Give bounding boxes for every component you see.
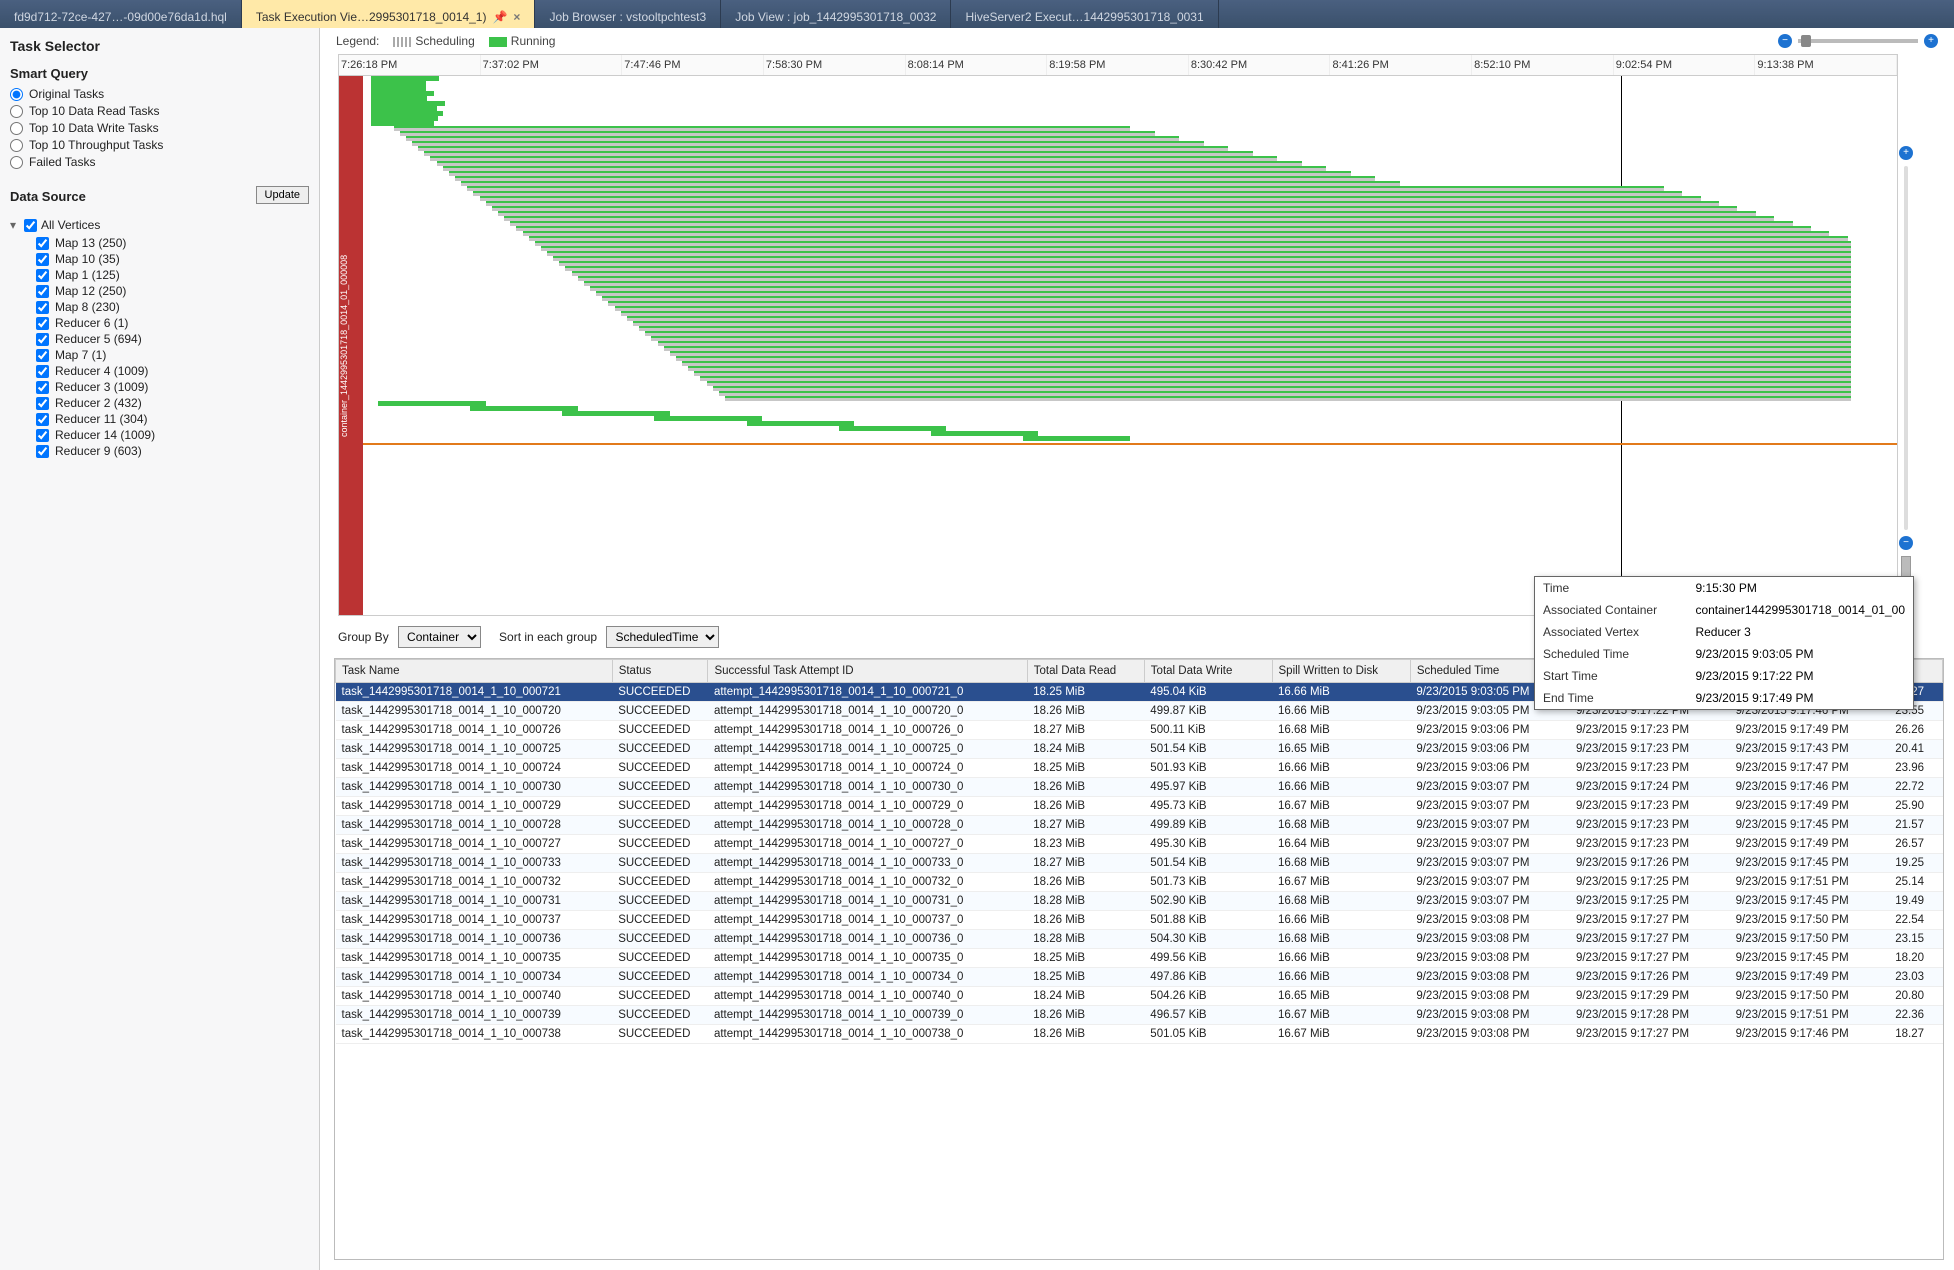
vertex-label: Reducer 2 (432) bbox=[55, 396, 142, 410]
column-header[interactable]: Spill Written to Disk bbox=[1272, 660, 1410, 683]
vertex-label: Reducer 9 (603) bbox=[55, 444, 142, 458]
tree-disclosure-icon[interactable]: ▾ bbox=[10, 218, 20, 232]
vertex-label: Map 7 (1) bbox=[55, 348, 106, 362]
scheduling-label: Scheduling bbox=[415, 34, 474, 48]
vertex-label: Reducer 14 (1009) bbox=[55, 428, 155, 442]
pin-icon[interactable]: 📌 bbox=[492, 10, 507, 24]
vscroll-plus-icon[interactable]: + bbox=[1899, 146, 1913, 160]
table-row[interactable]: task_1442995301718_0014_1_10_000740SUCCE… bbox=[336, 987, 1943, 1006]
vertex-label: Reducer 6 (1) bbox=[55, 316, 128, 330]
vertex-label: Reducer 4 (1009) bbox=[55, 364, 148, 378]
smart-query-radio-4[interactable] bbox=[10, 156, 23, 169]
tab-4[interactable]: HiveServer2 Execut…1442995301718_0031 bbox=[951, 0, 1218, 28]
update-button[interactable]: Update bbox=[256, 186, 309, 204]
column-header[interactable]: Status bbox=[612, 660, 708, 683]
vertex-label: Map 10 (35) bbox=[55, 252, 120, 266]
time-tick: 7:47:46 PM bbox=[622, 55, 764, 75]
running-label: Running bbox=[511, 34, 556, 48]
groupby-label: Group By bbox=[338, 630, 389, 644]
vertex-label: Map 8 (230) bbox=[55, 300, 120, 314]
vscroll-minus-icon[interactable]: − bbox=[1899, 536, 1913, 550]
range-slider-thumb[interactable] bbox=[1801, 35, 1811, 47]
tab-2[interactable]: Job Browser : vstooltpchtest3 bbox=[535, 0, 721, 28]
column-header[interactable]: Total Data Write bbox=[1144, 660, 1272, 683]
zoom-out-icon[interactable]: − bbox=[1778, 34, 1792, 48]
table-row[interactable]: task_1442995301718_0014_1_10_000737SUCCE… bbox=[336, 911, 1943, 930]
vertex-label: Map 12 (250) bbox=[55, 284, 126, 298]
tab-1[interactable]: Task Execution Vie…2995301718_0014_1)📌× bbox=[242, 0, 536, 28]
vertex-checkbox-0[interactable] bbox=[36, 237, 49, 250]
scheduling-swatch bbox=[393, 37, 411, 47]
groupby-select[interactable]: Container bbox=[398, 626, 481, 648]
table-row[interactable]: task_1442995301718_0014_1_10_000736SUCCE… bbox=[336, 930, 1943, 949]
table-row[interactable]: task_1442995301718_0014_1_10_000732SUCCE… bbox=[336, 873, 1943, 892]
column-header[interactable]: Total Data Read bbox=[1027, 660, 1144, 683]
table-row[interactable]: task_1442995301718_0014_1_10_000729SUCCE… bbox=[336, 797, 1943, 816]
table-row[interactable]: task_1442995301718_0014_1_10_000724SUCCE… bbox=[336, 759, 1943, 778]
selection-marker bbox=[363, 443, 1897, 445]
smart-query-radio-3[interactable] bbox=[10, 139, 23, 152]
table-row[interactable]: task_1442995301718_0014_1_10_000738SUCCE… bbox=[336, 1025, 1943, 1044]
all-vertices-checkbox[interactable] bbox=[24, 219, 37, 232]
vertex-checkbox-3[interactable] bbox=[36, 285, 49, 298]
vertex-checkbox-9[interactable] bbox=[36, 381, 49, 394]
vertex-label: Map 13 (250) bbox=[55, 236, 126, 250]
time-tick: 9:02:54 PM bbox=[1614, 55, 1756, 75]
time-tick: 7:26:18 PM bbox=[339, 55, 481, 75]
column-header[interactable]: Task Name bbox=[336, 660, 613, 683]
table-row[interactable]: task_1442995301718_0014_1_10_000725SUCCE… bbox=[336, 740, 1943, 759]
tab-3[interactable]: Job View : job_1442995301718_0032 bbox=[721, 0, 951, 28]
time-tick: 8:30:42 PM bbox=[1189, 55, 1331, 75]
data-source-label: Data Source bbox=[10, 189, 86, 204]
table-row[interactable]: task_1442995301718_0014_1_10_000728SUCCE… bbox=[336, 816, 1943, 835]
vertex-checkbox-11[interactable] bbox=[36, 413, 49, 426]
vertex-label: Reducer 3 (1009) bbox=[55, 380, 148, 394]
gantt-y-label: container_1442995301718_0014_01_000008 bbox=[339, 76, 363, 615]
vertex-checkbox-13[interactable] bbox=[36, 445, 49, 458]
vertex-checkbox-1[interactable] bbox=[36, 253, 49, 266]
vscroll-track[interactable] bbox=[1904, 166, 1908, 530]
vertex-checkbox-4[interactable] bbox=[36, 301, 49, 314]
task-selector-title: Task Selector bbox=[10, 38, 309, 54]
close-icon[interactable]: × bbox=[513, 10, 520, 24]
sort-label: Sort in each group bbox=[499, 630, 597, 644]
vertex-checkbox-6[interactable] bbox=[36, 333, 49, 346]
smart-query-radio-0[interactable] bbox=[10, 88, 23, 101]
time-tick: 8:52:10 PM bbox=[1472, 55, 1614, 75]
hover-tooltip: Time9:15:30 PMAssociated Containercontai… bbox=[1534, 576, 1914, 710]
zoom-in-icon[interactable]: + bbox=[1924, 34, 1938, 48]
table-row[interactable]: task_1442995301718_0014_1_10_000730SUCCE… bbox=[336, 778, 1943, 797]
time-tick: 7:37:02 PM bbox=[481, 55, 623, 75]
smart-query-label: Smart Query bbox=[10, 66, 309, 81]
vertex-label: Reducer 11 (304) bbox=[55, 412, 148, 426]
table-row[interactable]: task_1442995301718_0014_1_10_000727SUCCE… bbox=[336, 835, 1943, 854]
smart-query-radio-1[interactable] bbox=[10, 105, 23, 118]
table-row[interactable]: task_1442995301718_0014_1_10_000735SUCCE… bbox=[336, 949, 1943, 968]
time-tick: 9:13:38 PM bbox=[1755, 55, 1897, 75]
table-row[interactable]: task_1442995301718_0014_1_10_000739SUCCE… bbox=[336, 1006, 1943, 1025]
table-row[interactable]: task_1442995301718_0014_1_10_000734SUCCE… bbox=[336, 968, 1943, 987]
column-header[interactable]: Successful Task Attempt ID bbox=[708, 660, 1027, 683]
vertex-label: Reducer 5 (694) bbox=[55, 332, 142, 346]
vertex-checkbox-7[interactable] bbox=[36, 349, 49, 362]
vertex-checkbox-8[interactable] bbox=[36, 365, 49, 378]
table-row[interactable]: task_1442995301718_0014_1_10_000733SUCCE… bbox=[336, 854, 1943, 873]
time-tick: 7:58:30 PM bbox=[764, 55, 906, 75]
legend-label: Legend: bbox=[336, 34, 379, 48]
smart-query-radio-2[interactable] bbox=[10, 122, 23, 135]
vertex-label: Map 1 (125) bbox=[55, 268, 120, 282]
tab-0[interactable]: fd9d712-72ce-427…-09d00e76da1d.hql bbox=[0, 0, 242, 28]
sort-select[interactable]: ScheduledTime bbox=[606, 626, 719, 648]
time-tick: 8:08:14 PM bbox=[906, 55, 1048, 75]
table-row[interactable]: task_1442995301718_0014_1_10_000726SUCCE… bbox=[336, 721, 1943, 740]
vertex-checkbox-2[interactable] bbox=[36, 269, 49, 282]
time-tick: 8:41:26 PM bbox=[1330, 55, 1472, 75]
vertex-checkbox-10[interactable] bbox=[36, 397, 49, 410]
time-tick: 8:19:58 PM bbox=[1047, 55, 1189, 75]
vertex-checkbox-5[interactable] bbox=[36, 317, 49, 330]
running-swatch bbox=[489, 37, 507, 47]
all-vertices-label: All Vertices bbox=[41, 218, 100, 232]
vertex-checkbox-12[interactable] bbox=[36, 429, 49, 442]
table-row[interactable]: task_1442995301718_0014_1_10_000731SUCCE… bbox=[336, 892, 1943, 911]
